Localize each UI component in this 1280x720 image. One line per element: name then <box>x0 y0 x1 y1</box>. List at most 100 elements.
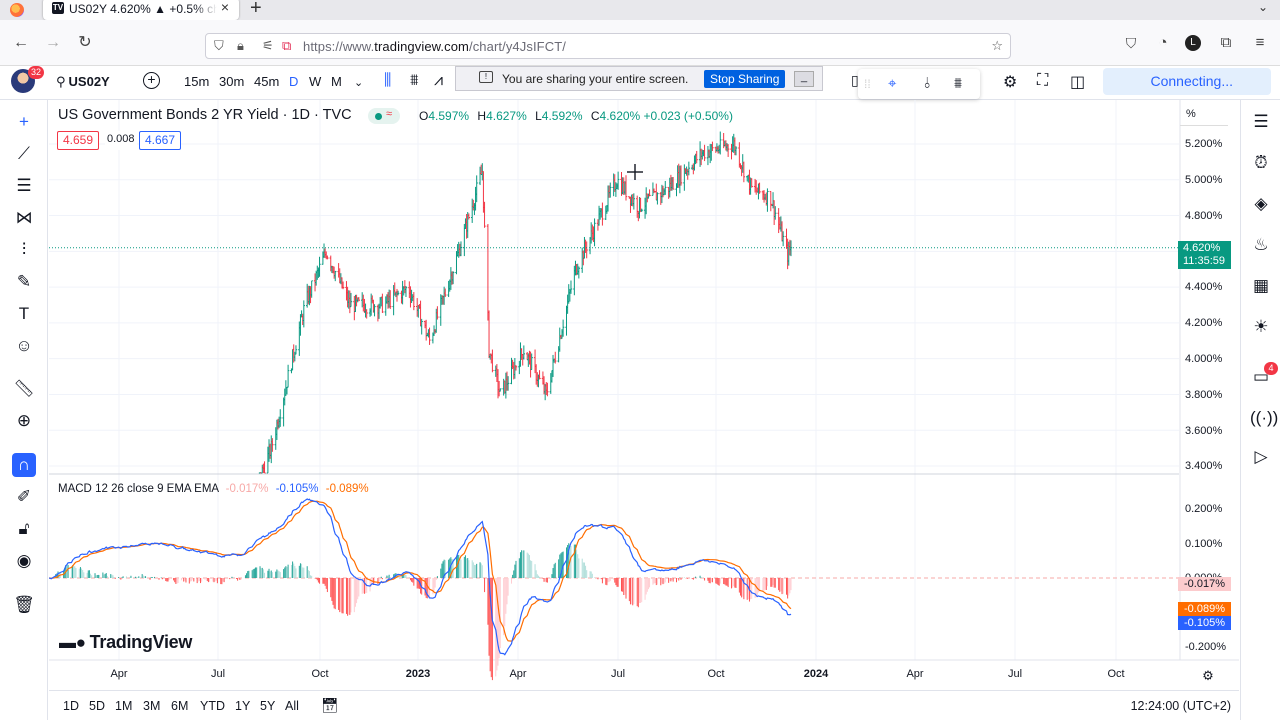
interval-m[interactable]: M <box>331 74 342 89</box>
candles-icon[interactable]: ⩩ <box>410 72 419 90</box>
extensions-icon[interactable]: ⧉ <box>1216 33 1236 53</box>
url-text[interactable]: https://www.tradingview.com/chart/y4JsIF… <box>303 39 566 54</box>
sync-icon[interactable]: ◔ <box>1153 33 1173 53</box>
lock-icon[interactable]: 🔒︎ <box>237 38 244 54</box>
time-axis-settings-icon[interactable]: ⚙ <box>1202 668 1214 684</box>
market-status-badge[interactable]: ≈ <box>368 108 400 124</box>
sharing-message: You are sharing your entire screen. <box>502 72 689 86</box>
chevron-down-icon[interactable]: ⌄ <box>354 76 363 89</box>
forecast-icon[interactable]: ⫶ <box>12 238 36 262</box>
lock-drawings-icon[interactable]: 🔓︎ <box>12 517 36 541</box>
interval-15m[interactable]: 15m <box>184 74 209 89</box>
scale-mode-selector[interactable]: % <box>1180 108 1228 126</box>
range-6m[interactable]: 6M <box>171 699 188 713</box>
range-3m[interactable]: 3M <box>143 699 160 713</box>
open-value: 4.597% <box>428 109 470 123</box>
new-tab-icon[interactable]: + <box>250 0 262 20</box>
chevron-down-icon[interactable]: ⌄ <box>1258 0 1268 14</box>
settings-gear-icon[interactable]: ⚙ <box>1003 72 1017 92</box>
screen-share-icon[interactable]: ⧉ <box>282 38 291 54</box>
chart-area[interactable]: US Government Bonds 2 YR Yield · 1D · TV… <box>49 100 1239 688</box>
account-icon[interactable]: L <box>1185 35 1201 51</box>
hotlist-flame-icon[interactable]: ♨ <box>1250 234 1272 256</box>
magnet-icon[interactable]: ∩ <box>12 453 36 477</box>
pattern-icon[interactable]: ⋈ <box>12 206 36 230</box>
minimize-sharing-button[interactable]: _ <box>794 71 814 87</box>
trend-line-icon[interactable]: ⟋ <box>12 142 36 166</box>
emoji-icon[interactable]: ☺ <box>12 334 36 358</box>
zoom-in-icon[interactable]: ⊕ <box>12 409 36 433</box>
watchlist-icon[interactable]: ☰ <box>1250 111 1272 133</box>
replay-icon[interactable]: ▷ <box>1250 446 1272 468</box>
pocket-icon[interactable]: ⛉ <box>1121 33 1141 53</box>
browser-tab[interactable]: TV US02Y 4.620% ▲ +0.5% cha × <box>43 0 239 20</box>
date-range-calendar-icon[interactable]: 📅︎ <box>321 697 339 714</box>
stay-drawing-icon[interactable]: ✐ <box>12 485 36 509</box>
price-label: 3.400% <box>1185 460 1223 472</box>
price-label: 3.800% <box>1185 389 1223 401</box>
interval-w[interactable]: W <box>309 74 321 89</box>
time-label: Apr <box>110 668 128 680</box>
low-value: 4.592% <box>541 109 583 123</box>
permissions-icon[interactable]: ⚟ <box>262 38 274 54</box>
drag-handle-icon[interactable]: ⁞⁞ <box>864 77 871 91</box>
tradingview-watermark[interactable]: ▬● TradingView <box>59 632 192 653</box>
range-1y[interactable]: 1Y <box>235 699 250 713</box>
interval-45m[interactable]: 45m <box>254 74 279 89</box>
ideas-bulb-icon[interactable]: ☀ <box>1250 316 1272 338</box>
crosshair-icon[interactable]: + <box>12 110 36 134</box>
range-all[interactable]: All <box>285 699 299 713</box>
camera-icon[interactable]: ◫ <box>1070 72 1085 92</box>
notification-badge: 32 <box>28 66 44 79</box>
shield-icon[interactable]: ⛉ <box>214 38 224 54</box>
clock-timezone[interactable]: 12:24:00 (UTC+2) <box>1131 699 1231 713</box>
symbol-name: US02Y <box>68 74 110 89</box>
reload-icon[interactable]: ↻ <box>75 33 95 53</box>
range-5y[interactable]: 5Y <box>260 699 275 713</box>
chart-title: US Government Bonds 2 YR Yield · 1D · TV… <box>58 107 352 123</box>
fib-icon[interactable]: ☰ <box>12 174 36 198</box>
brush-icon[interactable]: ✎ <box>12 270 36 294</box>
url-bar[interactable]: ⛉ 🔒︎ ⚟ ⧉ https://www.tradingview.com/cha… <box>205 33 1011 59</box>
stop-sharing-button[interactable]: Stop Sharing <box>704 70 786 88</box>
range-5d[interactable]: 5D <box>89 699 105 713</box>
price-label: 5.200% <box>1185 138 1223 150</box>
close-value: 4.620% +0.023 (+0.50%) <box>599 109 733 123</box>
time-label: 2023 <box>405 668 431 680</box>
alerts-clock-icon[interactable]: ⏰︎ <box>1250 152 1272 174</box>
crosshair-tool-icon[interactable]: ⌖ <box>888 75 896 92</box>
forward-arrow-icon[interactable]: → <box>43 33 63 53</box>
symbol-search[interactable]: ⚲ US02Y <box>56 74 110 90</box>
firefox-icon <box>10 3 24 17</box>
floating-drawing-toolbar: ⁞⁞ ⌖ ⫰ ⩩ <box>858 69 980 99</box>
hamburger-menu-icon[interactable]: ≡ <box>1250 33 1270 53</box>
range-1d[interactable]: 1D <box>63 699 79 713</box>
interval-d[interactable]: D <box>289 74 298 89</box>
indicators-icon[interactable]: ⩘ <box>434 72 443 90</box>
compare-add-icon[interactable]: + <box>143 72 160 89</box>
interval-30m[interactable]: 30m <box>219 74 244 89</box>
streams-icon[interactable]: ((·)) <box>1250 407 1278 429</box>
last-price-value: 4.620% <box>1183 242 1221 254</box>
bar-chart-type-icon[interactable]: ⫼ <box>384 72 391 90</box>
close-tab-icon[interactable]: × <box>221 0 229 15</box>
calendar-icon[interactable]: ▦ <box>1250 275 1272 297</box>
ruler-icon[interactable]: 📏︎ <box>12 377 36 401</box>
connecting-status[interactable]: Connecting... <box>1103 68 1271 95</box>
visibility-eye-icon[interactable]: ◉ <box>12 549 36 573</box>
range-1m[interactable]: 1M <box>115 699 132 713</box>
back-arrow-icon[interactable]: ← <box>11 33 31 53</box>
candles-settings-icon[interactable]: ⩩ <box>954 75 962 92</box>
trash-icon[interactable]: 🗑︎ <box>12 593 36 617</box>
fullscreen-icon[interactable]: ⛶ <box>1037 72 1048 90</box>
vertical-line-icon[interactable]: ⫰ <box>924 75 931 92</box>
buy-price-button[interactable]: 4.667 <box>139 131 182 150</box>
price-label: 3.600% <box>1185 425 1223 437</box>
range-ytd[interactable]: YTD <box>200 699 225 713</box>
text-tool-icon[interactable]: T <box>12 302 36 326</box>
bookmark-star-icon[interactable]: ☆ <box>991 38 1003 54</box>
chart-canvas[interactable] <box>49 100 1239 688</box>
macd-legend[interactable]: MACD 12 26 close 9 EMA EMA -0.017% -0.10… <box>58 483 369 495</box>
sell-price-button[interactable]: 4.659 <box>57 131 100 150</box>
layers-icon[interactable]: ◈ <box>1250 193 1272 215</box>
